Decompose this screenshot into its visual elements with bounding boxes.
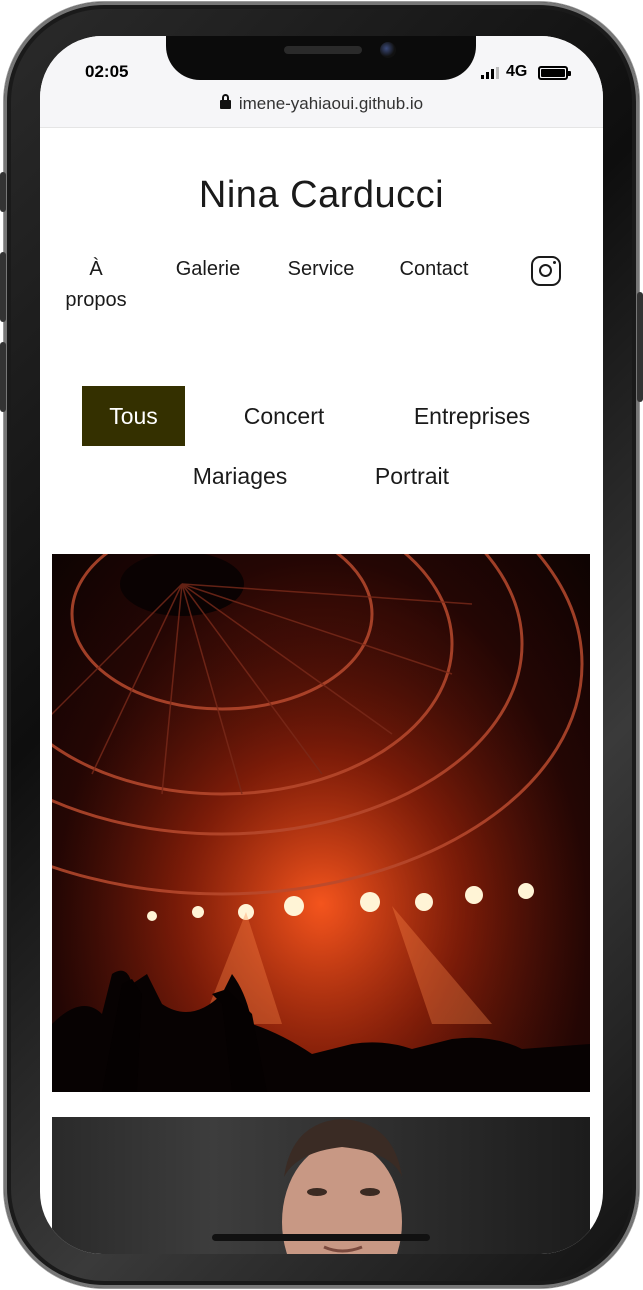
- address-bar[interactable]: imene-yahiaoui.github.io: [40, 94, 603, 114]
- filter-entreprises[interactable]: Entreprises: [392, 386, 552, 446]
- silent-switch: [0, 172, 6, 212]
- url-text: imene-yahiaoui.github.io: [238, 94, 424, 113]
- front-camera: [380, 42, 396, 58]
- site-title: Nina Carducci: [198, 174, 445, 216]
- screen: 02:05 4G imene-yahiaoui.github.io Nina C…: [40, 36, 603, 1254]
- filter-concert[interactable]: Concert: [218, 386, 350, 446]
- filter-mariages[interactable]: Mariages: [174, 446, 306, 506]
- speaker: [284, 46, 362, 54]
- gallery-image-concert[interactable]: [52, 554, 590, 1092]
- concert-photo: [52, 554, 590, 1092]
- status-time: 02:05: [85, 62, 129, 81]
- instagram-icon[interactable]: [531, 256, 561, 286]
- network-label: 4G: [506, 63, 528, 80]
- nav-item-contact[interactable]: Contact: [384, 254, 484, 285]
- battery-icon: [538, 66, 571, 80]
- power-button: [637, 292, 643, 402]
- filter-tous[interactable]: Tous: [82, 386, 185, 446]
- signal-icon: [481, 67, 499, 79]
- volume-up-button: [0, 252, 6, 322]
- home-indicator[interactable]: [212, 1234, 430, 1241]
- lock-icon: [219, 94, 231, 109]
- volume-down-button: [0, 342, 6, 412]
- nav-item-service[interactable]: Service: [276, 254, 366, 285]
- nav-item-about[interactable]: À propos: [52, 254, 140, 316]
- filter-portrait[interactable]: Portrait: [356, 446, 468, 506]
- notch: [166, 36, 476, 80]
- nav-item-gallery[interactable]: Galerie: [158, 254, 258, 285]
